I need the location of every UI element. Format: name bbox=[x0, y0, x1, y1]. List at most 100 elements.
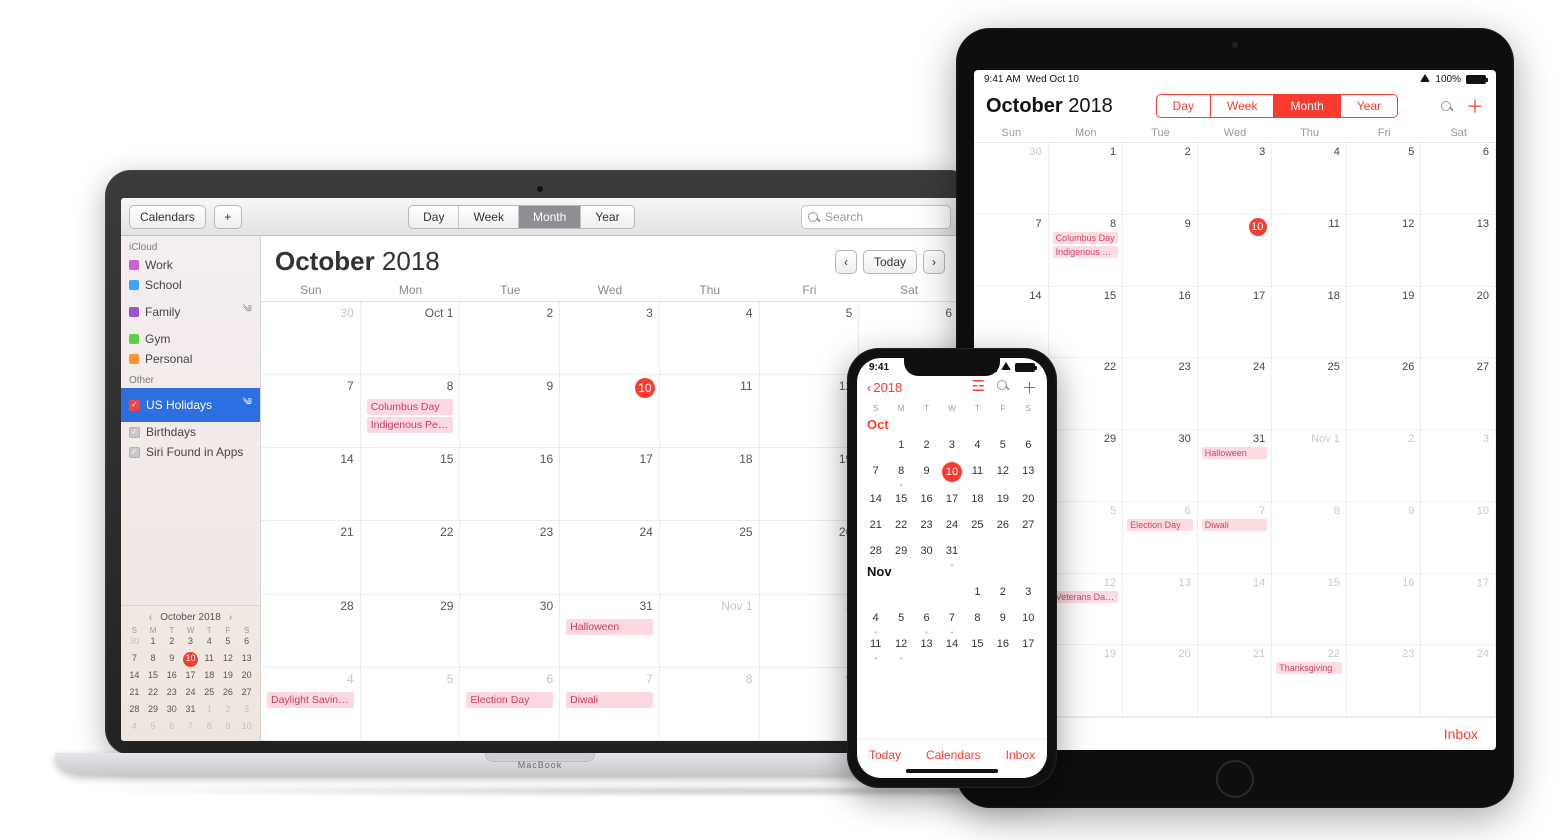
day-cell[interactable]: 16 bbox=[460, 448, 560, 521]
event-pill[interactable]: Diwali bbox=[566, 692, 653, 708]
inbox-button[interactable]: Inbox bbox=[1006, 748, 1035, 762]
today-button[interactable]: Today bbox=[863, 250, 917, 274]
day-cell[interactable]: 20 bbox=[1421, 287, 1496, 359]
add-event-button[interactable]: ＋ bbox=[1466, 93, 1484, 119]
day-cell[interactable]: 10 bbox=[939, 462, 964, 482]
add-calendar-button[interactable]: + bbox=[214, 205, 242, 229]
day-cell[interactable]: 13 bbox=[914, 635, 939, 653]
sidebar-item-us-holidays[interactable]: US Holidays༄ bbox=[121, 388, 260, 422]
day-cell[interactable]: 29 bbox=[361, 595, 461, 668]
mini-day[interactable]: 3 bbox=[239, 703, 254, 718]
calendars-button[interactable]: Calendars bbox=[926, 748, 981, 762]
event-pill[interactable]: Daylight Saving… bbox=[267, 692, 354, 708]
sidebar-item-siri-found-in-apps[interactable]: Siri Found in Apps bbox=[121, 442, 260, 462]
day-cell[interactable]: 24 bbox=[1198, 358, 1273, 430]
day-cell[interactable]: 30 bbox=[261, 302, 361, 375]
mini-day[interactable]: 26 bbox=[220, 686, 235, 701]
day-cell[interactable]: 2 bbox=[760, 595, 860, 668]
day-cell[interactable]: 2 bbox=[1123, 143, 1198, 215]
day-cell[interactable]: 9 bbox=[460, 375, 560, 448]
day-cell[interactable]: 24 bbox=[560, 521, 660, 594]
day-cell[interactable]: 13 bbox=[1016, 462, 1041, 482]
day-cell[interactable]: 5 bbox=[990, 436, 1015, 454]
sidebar-item-family[interactable]: Family༄ bbox=[121, 295, 260, 329]
mini-day[interactable]: 19 bbox=[220, 669, 235, 684]
day-cell[interactable]: 2 bbox=[1347, 430, 1422, 502]
view-month[interactable]: Month bbox=[519, 206, 581, 228]
event-pill[interactable]: Thanksgiving bbox=[1276, 662, 1342, 674]
mini-day[interactable]: 9 bbox=[164, 652, 179, 667]
day-cell[interactable]: 5 bbox=[1347, 143, 1422, 215]
day-cell[interactable]: 10 bbox=[1016, 609, 1041, 627]
prev-button[interactable]: ‹ bbox=[835, 250, 857, 274]
day-cell[interactable]: 17 bbox=[939, 490, 964, 508]
day-cell[interactable]: 16 bbox=[1123, 287, 1198, 359]
day-cell[interactable]: 7Diwali bbox=[560, 668, 660, 741]
day-cell[interactable]: 19 bbox=[760, 448, 860, 521]
mini-day[interactable]: 8 bbox=[202, 720, 217, 735]
day-cell[interactable]: 30 bbox=[460, 595, 560, 668]
checkbox[interactable] bbox=[129, 427, 140, 438]
day-cell[interactable]: Nov 1 bbox=[1272, 430, 1347, 502]
day-cell[interactable]: 23 bbox=[1347, 645, 1422, 717]
day-cell[interactable]: 13 bbox=[1421, 215, 1496, 287]
mini-day[interactable]: 15 bbox=[146, 669, 161, 684]
day-cell[interactable]: 5 bbox=[888, 609, 913, 627]
day-cell[interactable]: 28 bbox=[261, 595, 361, 668]
day-cell[interactable]: 22 bbox=[361, 521, 461, 594]
day-cell[interactable]: 6 bbox=[914, 609, 939, 627]
day-cell[interactable]: 19 bbox=[1347, 287, 1422, 359]
day-cell[interactable]: 18 bbox=[965, 490, 990, 508]
day-cell[interactable]: 11 bbox=[863, 635, 888, 653]
view-year[interactable]: Year bbox=[1341, 95, 1397, 117]
mini-day[interactable]: 10 bbox=[183, 652, 198, 667]
event-pill[interactable]: Veterans Day (o… bbox=[1053, 591, 1119, 603]
mini-day[interactable]: 1 bbox=[146, 635, 161, 650]
search-icon[interactable] bbox=[997, 377, 1010, 398]
day-cell[interactable]: 22 bbox=[888, 516, 913, 534]
day-cell[interactable]: 21 bbox=[261, 521, 361, 594]
day-cell[interactable]: 27 bbox=[1421, 358, 1496, 430]
mini-day[interactable]: 13 bbox=[239, 652, 254, 667]
day-cell[interactable]: 6 bbox=[1016, 436, 1041, 454]
day-cell[interactable]: 4 bbox=[863, 609, 888, 627]
checkbox[interactable] bbox=[129, 447, 140, 458]
day-cell[interactable]: 17 bbox=[1016, 635, 1041, 653]
day-cell[interactable]: Nov 1 bbox=[660, 595, 760, 668]
day-cell[interactable] bbox=[863, 436, 888, 454]
inbox-button[interactable]: Inbox bbox=[1444, 726, 1478, 742]
day-cell[interactable]: 23 bbox=[460, 521, 560, 594]
day-cell[interactable]: 18 bbox=[660, 448, 760, 521]
day-cell[interactable]: 29 bbox=[1049, 430, 1124, 502]
mini-day[interactable]: 3 bbox=[183, 635, 198, 650]
next-button[interactable]: › bbox=[923, 250, 945, 274]
day-cell[interactable]: 23 bbox=[1123, 358, 1198, 430]
day-cell[interactable]: 1 bbox=[1049, 143, 1124, 215]
event-pill[interactable]: Halloween bbox=[566, 619, 653, 635]
day-cell[interactable]: 4Daylight Saving… bbox=[261, 668, 361, 741]
day-cell[interactable]: 15 bbox=[965, 635, 990, 653]
mini-day[interactable]: 22 bbox=[146, 686, 161, 701]
sidebar-item-personal[interactable]: Personal bbox=[121, 349, 260, 369]
day-cell[interactable]: 5 bbox=[760, 302, 860, 375]
day-cell[interactable]: 24 bbox=[1421, 645, 1496, 717]
day-cell[interactable]: 12Veterans Day (o… bbox=[1049, 574, 1124, 646]
day-cell[interactable]: 2 bbox=[914, 436, 939, 454]
mini-day[interactable]: 9 bbox=[220, 720, 235, 735]
day-cell[interactable]: 12 bbox=[888, 635, 913, 653]
back-button[interactable]: ‹2018 bbox=[867, 380, 902, 395]
event-pill[interactable]: Diwali bbox=[1202, 519, 1268, 531]
day-cell[interactable]: 24 bbox=[939, 516, 964, 534]
day-cell[interactable]: 26 bbox=[760, 521, 860, 594]
day-cell[interactable]: 15 bbox=[1272, 574, 1347, 646]
mini-day[interactable]: 24 bbox=[183, 686, 198, 701]
day-cell[interactable]: 9 bbox=[760, 668, 860, 741]
day-cell[interactable]: 2 bbox=[990, 583, 1015, 601]
day-cell[interactable] bbox=[914, 583, 939, 601]
day-cell[interactable]: 4 bbox=[1272, 143, 1347, 215]
day-cell[interactable]: 28 bbox=[863, 542, 888, 560]
home-indicator[interactable] bbox=[906, 769, 998, 773]
mini-next-button[interactable]: › bbox=[229, 612, 232, 623]
day-cell[interactable]: 9 bbox=[914, 462, 939, 482]
mini-day[interactable]: 7 bbox=[183, 720, 198, 735]
